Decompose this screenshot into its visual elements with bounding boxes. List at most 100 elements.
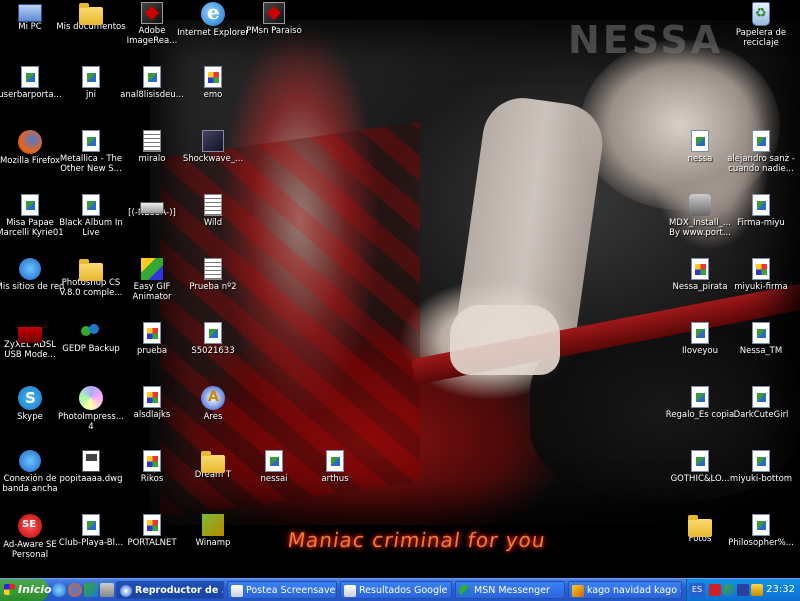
desktop-icon-philosopher[interactable]: Philosopher%... (725, 514, 797, 548)
task-postea-screensaver[interactable]: Postea Screensaver ... (227, 581, 337, 599)
image-file-icon (691, 322, 709, 344)
system-tray: ES 23:32 (686, 579, 800, 601)
msn-icon (459, 585, 471, 597)
desktop-icon-darkcutegirl[interactable]: DarkCuteGirl (725, 386, 797, 420)
folder-icon (201, 451, 225, 473)
network-icon (19, 450, 41, 472)
task-msn-messenger[interactable]: MSN Messenger (455, 581, 565, 599)
task-label: Postea Screensaver ... (246, 585, 337, 596)
gif-file-icon (143, 322, 161, 344)
desktop-icon-miyuki-bottom[interactable]: miyuki-bottom (725, 450, 797, 484)
language-indicator[interactable]: ES (689, 583, 705, 597)
desktop-icon-s5021633[interactable]: S5021633 (177, 322, 249, 356)
folder-icon (79, 259, 103, 281)
installer-icon (689, 194, 711, 216)
desktop-icon-label: Philosopher%... (728, 538, 794, 548)
dwg-file-icon (82, 450, 100, 472)
task-kago-navidad[interactable]: kago navidad kago a... (568, 581, 682, 599)
my-computer-icon (18, 4, 42, 22)
image-file-icon (752, 450, 770, 472)
desktop-icon-arthus[interactable]: arthus (299, 450, 371, 484)
image-file-icon (21, 194, 39, 216)
desktop-icon-label: Black Album In Live (59, 218, 123, 238)
recycle-bin-icon (752, 2, 770, 26)
gif-file-icon (143, 386, 161, 408)
text-file-icon (204, 258, 222, 280)
quicklaunch-show-desktop-icon[interactable] (100, 583, 114, 597)
desktop-icon-nessa-tm[interactable]: Nessa_TM (725, 322, 797, 356)
image-file-icon (691, 450, 709, 472)
desktop-icon-label: Firma-miyu (737, 218, 785, 228)
start-button[interactable]: Inicio (0, 579, 52, 601)
desktop-icon-wild[interactable]: Wild (177, 194, 249, 228)
image-file-icon (265, 450, 283, 472)
desktop-icon-papelera[interactable]: Papelera de reciclaje (725, 2, 797, 48)
text-file-icon (143, 130, 161, 152)
quicklaunch-firefox-icon[interactable] (68, 583, 82, 597)
desktop-icon-shockwave[interactable]: Shockwave_... (177, 130, 249, 164)
task-label: Reproductor de ... (135, 585, 224, 596)
image-editor-icon (572, 585, 584, 597)
media-player-icon (120, 585, 132, 597)
app-icon (263, 2, 285, 24)
desktop-icon-label: emo (203, 90, 223, 100)
image-file-icon (82, 130, 100, 152)
image-file-icon (752, 514, 770, 536)
desktop-icon-label: DarkCuteGirl (733, 410, 789, 420)
desktop-icon-label: Shockwave_... (182, 154, 244, 164)
desktop[interactable]: NESSA Maniac criminal for you Mi PC user… (0, 0, 800, 578)
browser-page-icon (344, 585, 356, 597)
image-file-icon (752, 386, 770, 408)
zyxel-icon (18, 327, 42, 343)
desktop-icon-label: Winamp (195, 538, 231, 548)
firefox-icon (18, 130, 42, 154)
desktop-icon-firma-miyu[interactable]: Firma-miyu (725, 194, 797, 228)
image-file-icon (204, 322, 222, 344)
gif-animator-icon (141, 258, 163, 280)
quicklaunch-messenger-icon[interactable] (84, 583, 98, 597)
windows-flag-icon (4, 584, 15, 595)
tray-antivirus-icon[interactable] (709, 584, 721, 596)
desktop-icon-prueba-n2[interactable]: Prueba nº2 (177, 258, 249, 292)
tray-volume-icon[interactable] (751, 584, 763, 596)
task-label: Resultados Google pa... (359, 585, 451, 596)
task-reproductor[interactable]: Reproductor de ... (116, 581, 224, 599)
image-file-icon (326, 450, 344, 472)
folder-icon (688, 515, 712, 537)
image-file-icon (82, 194, 100, 216)
network-icon (19, 258, 41, 280)
desktop-icon-label: Papelera de reciclaje (735, 28, 787, 48)
adaware-icon (18, 514, 42, 538)
desktop-icon-label: arthus (321, 474, 349, 484)
desktop-icon-miyuki-firma[interactable]: miyuki-firma (725, 258, 797, 292)
desktop-icon-ares[interactable]: Ares (177, 386, 249, 422)
tray-messenger-icon[interactable] (723, 584, 735, 596)
image-file-icon (752, 130, 770, 152)
browser-page-icon (231, 585, 243, 597)
drive-icon (140, 202, 164, 214)
image-file-icon (143, 66, 161, 88)
gif-file-icon (691, 258, 709, 280)
desktop-icon-label: miyuki-firma (734, 282, 788, 292)
taskbar: Inicio Reproductor de ... Postea Screens… (0, 578, 800, 601)
quicklaunch-ie-icon[interactable] (52, 583, 66, 597)
desktop-icon-emo[interactable]: emo (177, 66, 249, 100)
desktop-icon-pmsn-paraiso[interactable]: PMsn Paraiso (238, 2, 310, 36)
desktop-icon-winamp[interactable]: Winamp (177, 514, 249, 548)
folder-icon (79, 3, 103, 25)
gif-file-icon (204, 66, 222, 88)
desktop-icon-label: Prueba nº2 (189, 282, 237, 292)
wallpaper-caption: Maniac criminal for you (286, 528, 548, 552)
desktop-icon-alejandro-sanz[interactable]: alejandro sanz - cuando nadie... (725, 130, 797, 174)
clock[interactable]: 23:32 (766, 579, 795, 601)
app-icon (141, 2, 163, 24)
task-label: kago navidad kago a... (587, 585, 681, 596)
shockwave-icon (202, 130, 224, 152)
image-file-icon (752, 322, 770, 344)
task-label: MSN Messenger (474, 585, 550, 596)
tray-network-icon[interactable] (737, 584, 749, 596)
gif-file-icon (143, 450, 161, 472)
wallpaper-title: NESSA (568, 18, 724, 62)
task-resultados-google[interactable]: Resultados Google pa... (340, 581, 452, 599)
skype-icon (18, 386, 42, 410)
